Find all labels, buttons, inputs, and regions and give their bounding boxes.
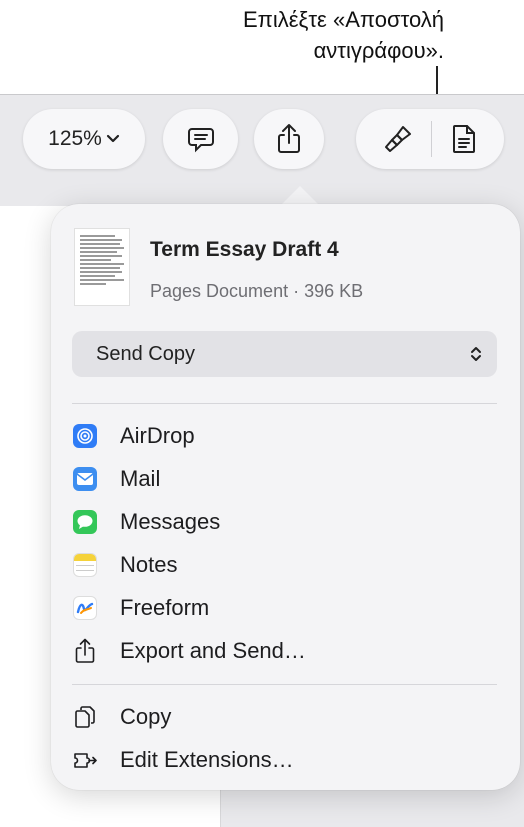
menu-item-label: Messages bbox=[120, 509, 221, 534]
updown-chevron-icon bbox=[471, 347, 481, 361]
menu-divider bbox=[72, 403, 497, 404]
menu-item-label: Freeform bbox=[120, 595, 210, 620]
menu-item-copy[interactable]: Copy bbox=[72, 697, 497, 737]
callout-line-1: Επιλέξτε «Αποστολή bbox=[242, 7, 444, 32]
menu-item-edit-extensions[interactable]: Edit Extensions… bbox=[72, 740, 497, 780]
document-icon[interactable] bbox=[451, 124, 477, 154]
menu-item-label: Copy bbox=[120, 704, 172, 729]
callout-text: Επιλέξτε «Αποστολή αντιγράφου». bbox=[243, 4, 444, 66]
send-copy-label: Send Copy bbox=[96, 342, 195, 365]
menu-item-freeform[interactable]: Freeform bbox=[72, 588, 497, 628]
copy-icon bbox=[72, 704, 98, 730]
notes-icon bbox=[72, 552, 98, 578]
callout-line-2: αντιγράφου». bbox=[313, 38, 444, 63]
share-button[interactable] bbox=[254, 109, 324, 169]
menu-item-label: AirDrop bbox=[120, 423, 195, 448]
mail-icon bbox=[72, 466, 98, 492]
popover-arrow bbox=[280, 186, 320, 206]
messages-icon bbox=[72, 509, 98, 535]
zoom-button[interactable]: 125% bbox=[23, 109, 145, 169]
menu-item-notes[interactable]: Notes bbox=[72, 545, 497, 585]
document-meta: Pages Document · 396 KB bbox=[150, 281, 364, 301]
menu-item-export-and-send[interactable]: Export and Send… bbox=[72, 631, 497, 671]
toolbar-separator bbox=[431, 121, 433, 157]
format-toolbar-group bbox=[356, 109, 504, 169]
menu-item-label: Mail bbox=[120, 466, 161, 491]
comment-button[interactable] bbox=[163, 109, 238, 169]
document-title: Term Essay Draft 4 bbox=[150, 238, 339, 261]
menu-item-airdrop[interactable]: AirDrop bbox=[72, 416, 497, 456]
zoom-label: 125% bbox=[48, 127, 102, 150]
menu-item-label: Notes bbox=[120, 552, 178, 577]
export-icon bbox=[72, 638, 98, 664]
extensions-icon bbox=[72, 747, 98, 773]
menu-divider bbox=[72, 684, 497, 685]
airdrop-icon bbox=[72, 423, 98, 449]
menu-item-messages[interactable]: Messages bbox=[72, 502, 497, 542]
menu-item-mail[interactable]: Mail bbox=[72, 459, 497, 499]
share-icon bbox=[278, 124, 300, 153]
format-brush-icon[interactable] bbox=[383, 124, 413, 154]
comment-icon bbox=[187, 128, 214, 153]
document-thumbnail bbox=[74, 228, 130, 306]
send-copy-select[interactable]: Send Copy bbox=[72, 331, 497, 377]
freeform-icon bbox=[72, 595, 98, 621]
chevron-down-icon bbox=[106, 134, 119, 143]
menu-item-label: Export and Send… bbox=[120, 638, 306, 663]
menu-item-label: Edit Extensions… bbox=[120, 747, 294, 772]
